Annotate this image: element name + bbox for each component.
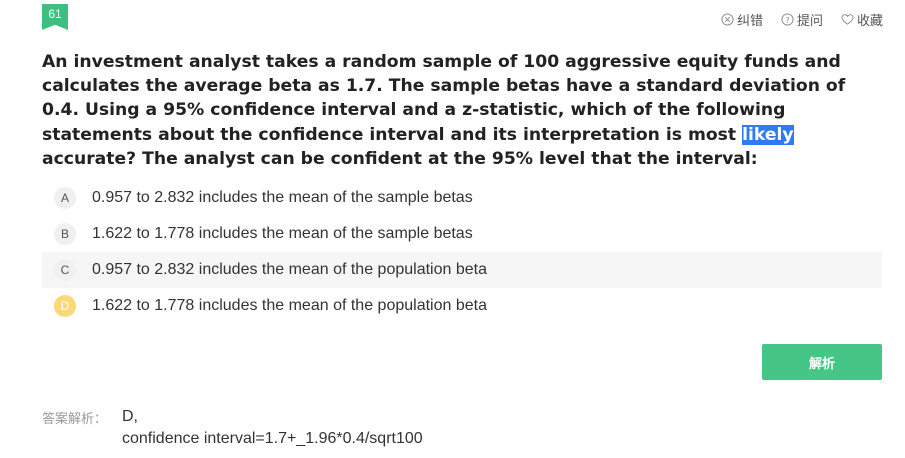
answer-line: confidence interval=1.7+_1.96*0.4/sqrt10… [122, 430, 423, 447]
question-circle-icon: ? [781, 13, 794, 26]
option-letter-correct: D [54, 295, 76, 317]
selected-text: likely [742, 124, 794, 145]
question-text-after: accurate? The analyst can be confident a… [42, 148, 758, 169]
heart-icon [841, 14, 854, 25]
question-text: An investment analyst takes a random sam… [42, 50, 882, 171]
option-a[interactable]: A 0.957 to 2.832 includes the mean of th… [42, 180, 882, 216]
close-circle-icon [721, 13, 734, 26]
option-letter: B [54, 223, 76, 245]
favorite-button[interactable]: 收藏 [841, 10, 883, 29]
answer-explanation: D, confidence interval=1.7+_1.96*0.4/sqr… [122, 406, 423, 450]
question-text-before: An investment analyst takes a random sam… [42, 52, 846, 145]
option-text: 0.957 to 2.832 includes the mean of the … [92, 261, 487, 278]
option-c[interactable]: C 0.957 to 2.832 includes the mean of th… [42, 252, 882, 288]
option-text: 1.622 to 1.778 includes the mean of the … [92, 225, 473, 242]
question-number-badge: 61 [42, 4, 68, 30]
ask-question-button[interactable]: ? 提问 [781, 10, 823, 29]
report-error-button[interactable]: 纠错 [721, 10, 763, 29]
report-error-label: 纠错 [736, 13, 763, 28]
option-b[interactable]: B 1.622 to 1.778 includes the mean of th… [42, 216, 882, 252]
ask-question-label: 提问 [796, 13, 823, 28]
option-d[interactable]: D 1.622 to 1.778 includes the mean of th… [42, 288, 882, 324]
analyze-button[interactable]: 解析 [762, 344, 882, 380]
option-letter: A [54, 187, 76, 209]
question-toolbar: 纠错 ? 提问 收藏 [721, 10, 883, 29]
answer-line: D, [122, 408, 138, 425]
option-text: 0.957 to 2.832 includes the mean of the … [92, 189, 473, 206]
option-text: 1.622 to 1.778 includes the mean of the … [92, 297, 487, 314]
answer-options: A 0.957 to 2.832 includes the mean of th… [42, 180, 882, 324]
answer-label: 答案解析： [42, 411, 108, 426]
favorite-label: 收藏 [856, 13, 883, 28]
svg-text:?: ? [785, 15, 789, 25]
option-letter: C [54, 259, 76, 281]
